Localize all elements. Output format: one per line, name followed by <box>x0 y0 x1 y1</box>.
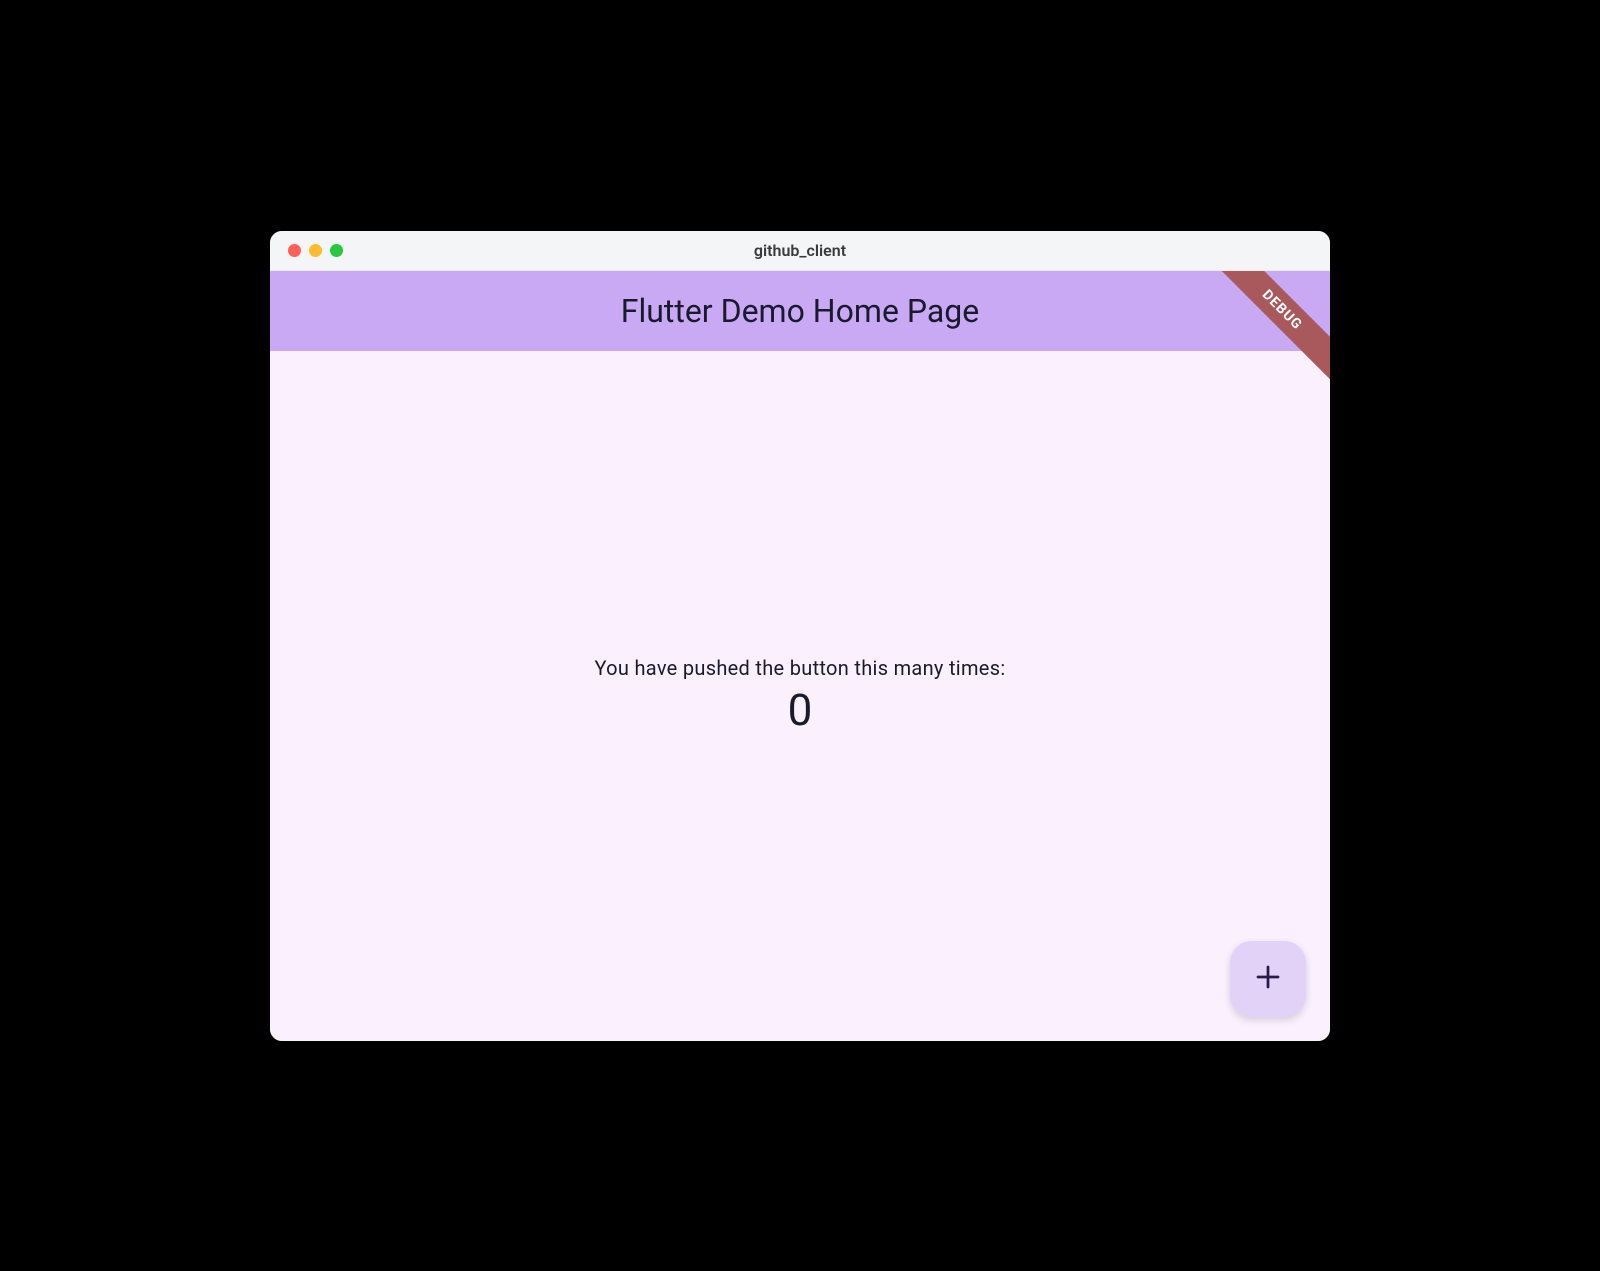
app-bar: Flutter Demo Home Page <box>270 271 1330 351</box>
close-window-button[interactable] <box>288 244 301 257</box>
app-bar-title: Flutter Demo Home Page <box>621 292 979 330</box>
plus-icon <box>1253 962 1283 995</box>
traffic-lights <box>270 244 343 257</box>
window-title: github_client <box>754 241 846 260</box>
counter-label: You have pushed the button this many tim… <box>595 656 1006 680</box>
maximize-window-button[interactable] <box>330 244 343 257</box>
app-window: github_client Flutter Demo Home Page DEB… <box>270 231 1330 1041</box>
minimize-window-button[interactable] <box>309 244 322 257</box>
app-scaffold: Flutter Demo Home Page DEBUG You have pu… <box>270 271 1330 1041</box>
body-content: You have pushed the button this many tim… <box>270 351 1330 1041</box>
counter-value: 0 <box>788 684 813 736</box>
fab-increment-button[interactable] <box>1230 941 1306 1017</box>
window-titlebar: github_client <box>270 231 1330 271</box>
